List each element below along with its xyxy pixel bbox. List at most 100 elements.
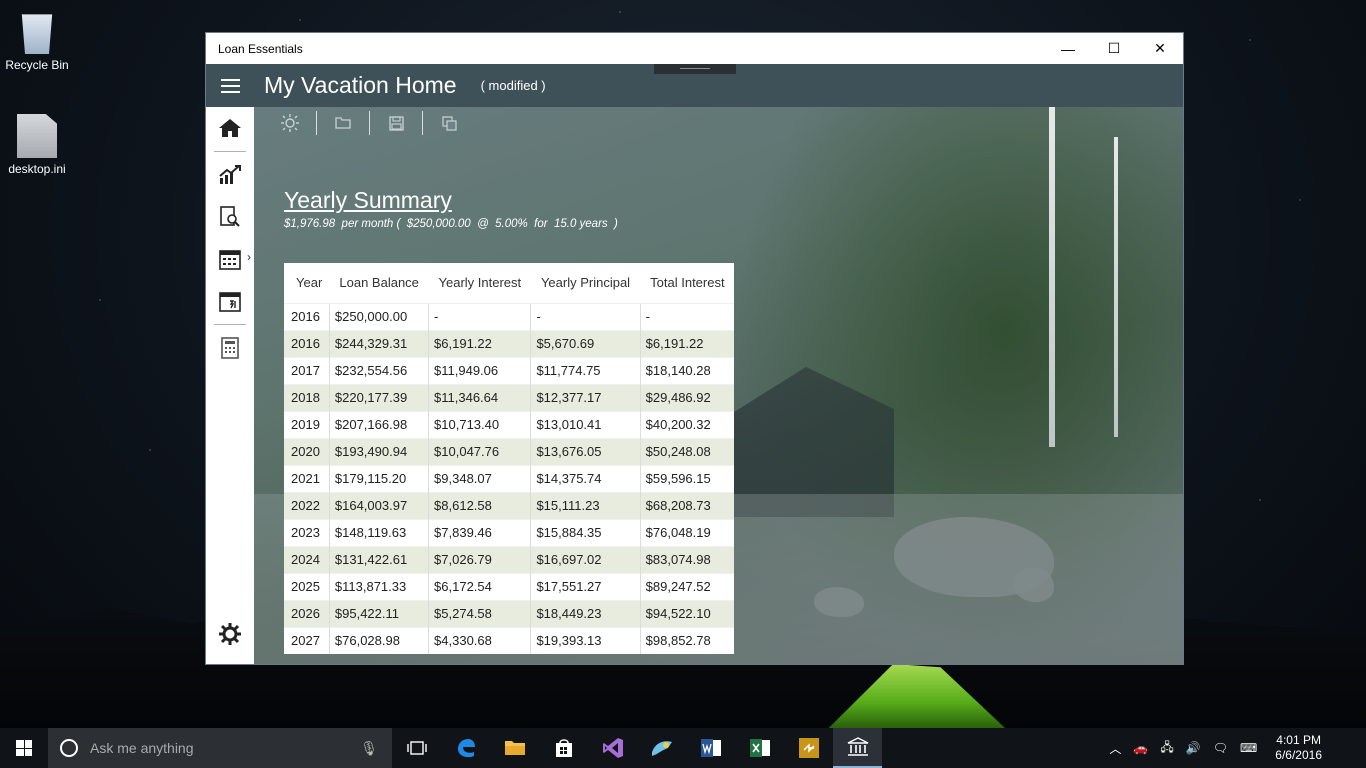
- hamburger-menu-button[interactable]: [206, 64, 254, 107]
- nav-document-search[interactable]: [206, 196, 254, 238]
- cell-loan-balance: $179,115.20: [328, 464, 429, 492]
- title-bar[interactable]: Loan Essentials — ☐ ✕: [206, 33, 1183, 64]
- cell-loan-balance: $220,177.39: [328, 383, 429, 411]
- cell-year: 2017: [284, 356, 330, 384]
- taskbar-excel[interactable]: [735, 728, 784, 768]
- column-header-total-interest: Total Interest: [650, 275, 725, 291]
- cell-yearly-principal: $19,393.13: [530, 626, 641, 654]
- nav-chart[interactable]: [206, 154, 254, 196]
- save-icon: [388, 115, 404, 131]
- search-placeholder: Ask me anything: [90, 740, 194, 756]
- column-header-yearly-principal: Yearly Principal: [540, 275, 631, 291]
- taskbar-edge[interactable]: [441, 728, 490, 768]
- taskbar-word[interactable]: [686, 728, 735, 768]
- cell-year: 2020: [284, 437, 330, 465]
- file-explorer-icon: [504, 741, 525, 755]
- drag-grip[interactable]: [654, 64, 736, 74]
- cell-year: 2023: [284, 518, 330, 546]
- taskbar-paint-app[interactable]: [637, 728, 686, 768]
- cell-loan-balance: $207,166.98: [328, 410, 429, 438]
- background-rock: [814, 587, 864, 617]
- cell-loan-balance: $164,003.97: [328, 491, 429, 519]
- nav-monthly-calendar[interactable]: [206, 280, 254, 322]
- taskbar-store[interactable]: [539, 728, 588, 768]
- task-view-button[interactable]: [392, 728, 441, 768]
- nav-calculator[interactable]: [206, 327, 254, 369]
- duplicate-button[interactable]: [423, 110, 475, 136]
- save-button[interactable]: [370, 110, 422, 136]
- cell-year: 2018: [284, 383, 330, 411]
- tray-app-icon[interactable]: 🚗: [1127, 741, 1154, 755]
- keyboard-icon[interactable]: ⌨: [1234, 741, 1263, 755]
- cell-yearly-interest: $10,713.40: [428, 410, 531, 438]
- nav-calendar-expand[interactable]: ›: [206, 238, 254, 280]
- system-tray: ︿ 🚗 🖧 🔊 🗨 ⌨ 4:01 PM 6/6/2016: [1103, 728, 1366, 768]
- minimize-button[interactable]: —: [1045, 33, 1091, 64]
- cell-yearly-principal: $17,551.27: [530, 572, 641, 600]
- table-body: 2016 $250,000.00- - -2016 $244,329.31 $6,191.…: [284, 302, 734, 654]
- modified-indicator: ( modified ): [480, 78, 546, 93]
- cortana-search-box[interactable]: Ask me anything 🎙: [48, 728, 392, 768]
- task-view-icon: [406, 741, 427, 755]
- calendar-icon: [219, 250, 241, 270]
- cell-yearly-principal: $18,449.23: [530, 599, 641, 627]
- cell-yearly-interest: $6,172.54: [428, 572, 531, 600]
- table-row: 2016 $250,000.00- - -: [284, 302, 734, 330]
- taskbar-visual-studio[interactable]: [588, 728, 637, 768]
- table-row: 2022 $164,003.97 $8,612.58 $15,111.23 $68,20…: [284, 491, 734, 519]
- close-button[interactable]: ✕: [1137, 33, 1183, 64]
- cell-yearly-interest: $11,346.64: [428, 383, 531, 411]
- loan-summary-subtitle: $1,976.98 per month ( $250,000.00 @ 5.00…: [284, 218, 618, 230]
- table-row: 2024 $131,422.61 $7,026.79 $16,697.02 $83,07…: [284, 545, 734, 573]
- show-hidden-icons-icon[interactable]: ︿: [1103, 740, 1127, 757]
- cell-yearly-interest: $7,026.79: [428, 545, 531, 573]
- store-icon: [555, 739, 572, 757]
- clock-date: 6/6/2016: [1275, 748, 1322, 762]
- maximize-button[interactable]: ☐: [1091, 33, 1137, 64]
- main-content: Yearly Summary $1,976.98 per month ( $25…: [254, 107, 1183, 664]
- table-row: 2026 $95,422.11 $5,274.58 $18,449.23 $94,522…: [284, 599, 734, 627]
- cell-loan-balance: $131,422.61: [328, 545, 429, 573]
- calendar-31-icon: [219, 292, 241, 312]
- taskbar-file-explorer[interactable]: [490, 728, 539, 768]
- desktop-icon-desktop-ini[interactable]: desktop.ini: [2, 114, 72, 176]
- start-button[interactable]: [0, 728, 48, 768]
- word-icon: [700, 739, 721, 757]
- new-button[interactable]: [264, 110, 316, 136]
- taskbar-app-switcher[interactable]: [784, 728, 833, 768]
- settings-button[interactable]: [206, 616, 254, 652]
- table-row: 2019 $207,166.98 $10,713.40 $13,010.41 $40,2…: [284, 410, 734, 438]
- column-header-year: Year: [296, 275, 323, 291]
- cell-total-interest: $59,596.15: [639, 464, 734, 492]
- clock[interactable]: 4:01 PM 6/6/2016: [1263, 733, 1334, 763]
- table-header-row: Year Loan Balance Yearly Interest Yearly…: [284, 263, 734, 303]
- cell-yearly-interest: $11,949.06: [428, 356, 531, 384]
- desktop-icon-label: Recycle Bin: [5, 58, 69, 72]
- message-icon[interactable]: 🗨: [1207, 741, 1234, 755]
- desktop-icon-label: desktop.ini: [8, 162, 66, 176]
- microphone-icon[interactable]: 🎙: [360, 740, 378, 757]
- cell-yearly-principal: $11,774.75: [530, 356, 641, 384]
- table-row: 2025 $113,871.33 $6,172.54 $17,551.27 $89,24…: [284, 572, 734, 600]
- sparkle-icon: [281, 114, 299, 132]
- taskbar-loan-essentials[interactable]: [833, 728, 882, 768]
- maximize-icon: ☐: [1107, 40, 1121, 56]
- cell-total-interest: $6,191.22: [639, 329, 734, 357]
- cell-yearly-interest: $9,348.07: [428, 464, 531, 492]
- calculator-icon: [221, 337, 239, 359]
- cell-yearly-interest: $4,330.68: [428, 626, 531, 654]
- network-icon[interactable]: 🖧: [1154, 738, 1179, 759]
- table-row: 2027 $76,028.98 $4,330.68 $19,393.13 $98,852…: [284, 626, 734, 654]
- cell-loan-balance: $250,000.00: [328, 302, 429, 330]
- action-center-button[interactable]: [1334, 728, 1366, 768]
- sidebar-nav: ›: [206, 107, 254, 664]
- cell-year: 2022: [284, 491, 330, 519]
- nav-home[interactable]: [206, 107, 254, 149]
- desktop-icon-recycle-bin[interactable]: Recycle Bin: [2, 10, 72, 72]
- volume-icon[interactable]: 🔊: [1180, 741, 1207, 755]
- cell-year: 2026: [284, 599, 330, 627]
- toolbar: [264, 107, 475, 139]
- chart-icon: [219, 165, 241, 184]
- open-button[interactable]: [317, 110, 369, 136]
- cell-loan-balance: $95,422.11: [328, 599, 429, 627]
